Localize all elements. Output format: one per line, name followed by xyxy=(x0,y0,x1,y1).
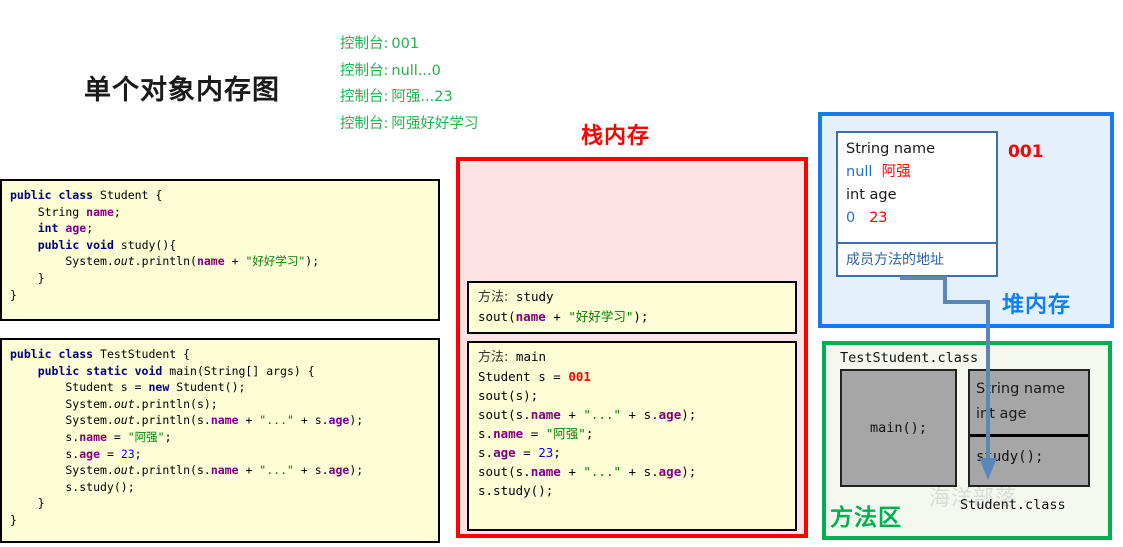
method-area-label: 方法区 xyxy=(830,505,902,531)
frame-name: main xyxy=(515,349,547,364)
stack-frame-study: 方法: study sout(name + "好好学习"); xyxy=(467,281,797,334)
stack-frame-main: 方法: main Student s = 001 sout(s); sout(s… xyxy=(467,341,797,531)
method-area-student-field: String name xyxy=(976,381,1066,397)
method-area-student-method: study(); xyxy=(976,449,1044,465)
heap-object-id: 001 xyxy=(1008,142,1044,162)
console-line-value: 阿强好好学习 xyxy=(391,115,479,132)
heap-field-initial: 0 xyxy=(846,210,856,226)
frame-key: 方法: xyxy=(478,290,509,305)
heap-object-fields: String name null 阿强 int age 0 23 xyxy=(836,131,998,244)
heap-field-values: null 阿强 xyxy=(846,161,996,184)
console-line: 控制台: 001 xyxy=(340,31,590,58)
stack-ref-value: 001 xyxy=(568,369,591,384)
console-line-value: null...0 xyxy=(391,62,441,79)
console-line-label: 控制台: xyxy=(340,115,389,132)
heap-field-updated: 阿强 xyxy=(881,164,911,180)
console-line-label: 控制台: xyxy=(340,89,389,105)
heap-field-values: 0 23 xyxy=(846,207,996,230)
heap-field-declaration: String name xyxy=(846,141,936,157)
method-area-class-student-name: Student.class xyxy=(960,497,1066,513)
heap-field-declaration: int age xyxy=(846,187,897,203)
code-block-teststudent: public class TestStudent { public static… xyxy=(0,338,440,543)
frame-key: 方法: xyxy=(478,350,509,365)
heap-memory-label: 堆内存 xyxy=(1002,293,1072,318)
code-block-student: public class Student { String name; int … xyxy=(0,179,440,321)
heap-field-updated: 23 xyxy=(869,210,888,226)
console-output: 控制台: 001 控制台: null...0 控制台: 阿强...23 控制台: 阿强好… xyxy=(340,31,590,137)
console-line-label: 控制台: xyxy=(340,62,389,79)
console-line-label: 控制台: xyxy=(340,36,389,52)
heap-field-initial: null xyxy=(846,164,873,180)
console-line: 控制台: 阿强好好学习 xyxy=(340,111,590,138)
method-area-class-teststudent-name: TestStudent.class xyxy=(840,350,979,366)
console-line: 控制台: 阿强...23 xyxy=(340,84,590,111)
method-area-student-fields: String name int age xyxy=(970,371,1088,437)
page-title: 单个对象内存图 xyxy=(84,75,280,106)
console-line: 控制台: null...0 xyxy=(340,58,590,85)
method-area-student-field: int age xyxy=(976,406,1027,422)
method-area-class-student: String name int age study(); xyxy=(968,369,1090,487)
heap-object-method-address: 成员方法的地址 xyxy=(836,244,998,277)
console-line-value: 阿强...23 xyxy=(391,89,453,105)
console-line-value: 001 xyxy=(391,36,420,52)
method-area-main-method: main(); xyxy=(840,369,957,487)
frame-name: study xyxy=(515,289,554,304)
stack-memory-label: 栈内存 xyxy=(581,124,651,149)
